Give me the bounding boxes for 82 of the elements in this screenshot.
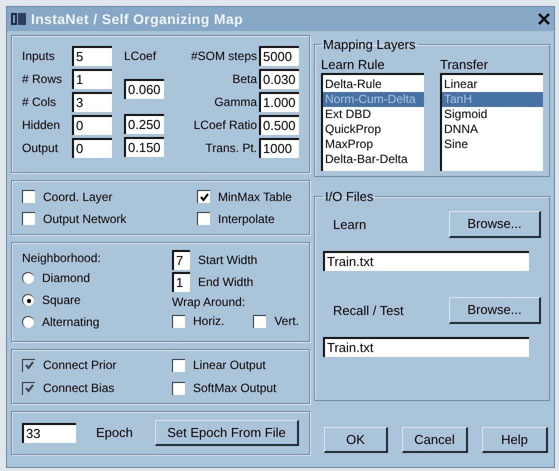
checkbox[interactable] — [172, 382, 185, 394]
checkbox-label: Linear Output — [193, 357, 266, 374]
checkbox-label: Vert. — [274, 313, 299, 330]
list-item[interactable]: Sigmoid — [442, 106, 543, 122]
radio-button[interactable] — [22, 294, 34, 306]
push-button[interactable]: Browse... — [449, 297, 541, 324]
input-field[interactable]: 0.250 — [124, 114, 164, 134]
input-field[interactable]: 0.060 — [124, 79, 164, 99]
checkbox[interactable] — [22, 190, 35, 203]
field-label: Epoch — [96, 424, 133, 442]
radio-label: Square — [42, 292, 81, 309]
checkbox[interactable] — [197, 190, 210, 203]
push-button[interactable]: Set Epoch From File — [155, 420, 299, 446]
checkbox-label: Coord. Layer — [43, 188, 112, 206]
list-item[interactable]: QuickProp — [323, 122, 424, 136]
field-label: LCoef — [124, 48, 158, 65]
input-field[interactable]: 7 — [172, 250, 190, 270]
checkbox[interactable] — [253, 314, 266, 328]
list-item[interactable]: DNNA — [442, 122, 543, 136]
field-label: Beta — [232, 71, 257, 88]
field-label: Inputs — [22, 48, 56, 65]
input-field[interactable]: 1.000 — [259, 92, 299, 112]
list-item[interactable]: Sine — [442, 136, 543, 152]
input-field[interactable]: 0 — [72, 115, 112, 135]
input-field[interactable]: 0.500 — [259, 115, 299, 135]
field-label: #SOM steps — [190, 48, 257, 65]
checkbox[interactable] — [197, 212, 210, 225]
field-label: Recall / Test — [333, 302, 404, 320]
checkbox-label: Connect Bias — [43, 380, 114, 397]
radio-button[interactable] — [22, 272, 34, 284]
push-button[interactable]: Cancel — [402, 427, 468, 453]
push-button[interactable]: Browse... — [449, 211, 541, 238]
group-title: Mapping Layers — [322, 36, 416, 54]
field-label: # Cols — [22, 94, 58, 111]
input-field[interactable]: Train.txt — [323, 250, 529, 270]
app-icon — [11, 12, 27, 26]
push-button[interactable]: OK — [324, 427, 388, 453]
field-label: LCoef Ratio — [194, 117, 257, 134]
list-item[interactable]: Delta-Rule — [323, 76, 424, 92]
field-label: Gamma — [214, 94, 257, 111]
window-title: InstaNet / Self Organizing Map — [31, 10, 243, 29]
list-item[interactable]: Ext DBD — [323, 106, 424, 122]
checkbox[interactable] — [172, 314, 185, 328]
radio-label: Diamond — [42, 270, 90, 287]
input-field[interactable]: 0.150 — [124, 137, 164, 157]
checkbox-label: Horiz. — [193, 313, 224, 330]
close-icon[interactable] — [538, 13, 550, 25]
list-item[interactable]: Delta-Bar-Delta — [323, 152, 424, 166]
input-field[interactable]: 5000 — [259, 46, 299, 66]
field-label: Learn — [333, 216, 366, 234]
field-label: End Width — [198, 274, 254, 291]
radio-label: Alternating — [42, 314, 100, 331]
group-label: Wrap Around: — [172, 294, 246, 311]
field-label: Output — [22, 140, 60, 157]
field-label: # Rows — [22, 71, 64, 88]
radio-button[interactable] — [22, 316, 34, 328]
input-field[interactable]: 1000 — [259, 138, 299, 158]
input-field[interactable]: 1 — [72, 69, 112, 89]
field-label: Hidden — [22, 117, 62, 134]
list-label: Transfer — [440, 56, 489, 72]
input-field[interactable]: 3 — [72, 92, 112, 112]
input-field[interactable]: 0 — [72, 138, 112, 158]
group-title: I/O Files — [324, 188, 374, 206]
input-field[interactable]: 33 — [22, 423, 76, 443]
checkbox-label: SoftMax Output — [193, 380, 276, 397]
input-field[interactable]: 0.030 — [259, 69, 299, 89]
checkbox-label: Output Network — [43, 210, 126, 228]
field-label: Start Width — [198, 252, 258, 269]
input-field[interactable]: Train.txt — [323, 336, 529, 356]
checkbox-label: Connect Prior — [43, 357, 116, 374]
push-button[interactable]: Help — [482, 427, 548, 453]
list-item[interactable]: MaxProp — [323, 136, 424, 152]
checkbox-label: Interpolate — [218, 210, 275, 228]
checkbox[interactable] — [22, 212, 35, 225]
checkbox[interactable] — [172, 358, 185, 372]
input-field[interactable]: 5 — [72, 46, 112, 66]
checkbox-label: MinMax Table — [218, 188, 292, 206]
input-field[interactable]: 1 — [172, 272, 190, 292]
list-item[interactable]: Linear — [442, 76, 543, 92]
group-label: Neighborhood: — [22, 250, 102, 267]
list-label: Learn Rule — [321, 56, 386, 72]
field-label: Trans. Pt. — [205, 140, 257, 157]
